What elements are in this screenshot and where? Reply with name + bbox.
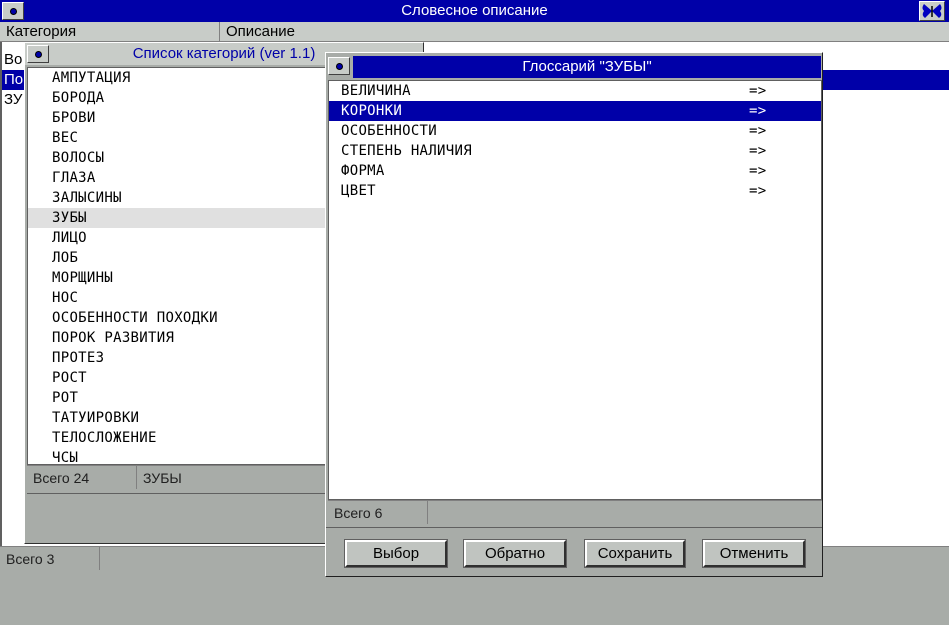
glossary-item-arrow: => (749, 143, 767, 159)
glossary-button-panel: Выбор Обратно Сохранить Отменить (326, 527, 822, 576)
category-item-label: МОРЩИНЫ (52, 270, 114, 286)
category-item-label: ПОРОК РАЗВИТИЯ (52, 330, 175, 346)
main-system-menu-icon[interactable] (2, 2, 24, 20)
category-item-label: БОРОДА (52, 90, 105, 106)
glossary-item-arrow: => (749, 83, 767, 99)
glossary-list[interactable]: ВЕЛИЧИНА => КОРОНКИ => ОСОБЕННОСТИ => СТЕПЕНЬ … (328, 80, 822, 500)
categories-status-total: Всего 24 (27, 466, 137, 489)
category-item-label: ВЕС (52, 130, 79, 146)
category-item-label: АМПУТАЦИЯ (52, 70, 131, 86)
category-item-label: ТЕЛОСЛОЖЕНИЕ (52, 430, 157, 446)
glossary-item[interactable]: ЦВЕТ => (329, 181, 821, 201)
main-title: Словесное описание (401, 2, 548, 19)
glossary-item-arrow: => (749, 123, 767, 139)
category-item-label: ЛИЦО (52, 230, 87, 246)
main-list-header: Категория Описание (0, 22, 949, 42)
glossary-item-label: КОРОНКИ (341, 103, 403, 119)
glossary-status-total: Всего 6 (328, 501, 428, 524)
back-button[interactable]: Обратно (463, 539, 567, 568)
glossary-item-arrow: => (749, 103, 767, 119)
glossary-item-label: ЦВЕТ (341, 183, 376, 199)
category-item-label: НОС (52, 290, 79, 306)
category-item-label: ПРОТЕЗ (52, 350, 105, 366)
category-item-label: ЗАЛЫСИНЫ (52, 190, 122, 206)
category-item-label: ТАТУИРОВКИ (52, 410, 140, 426)
glossary-item[interactable]: ОСОБЕННОСТИ => (329, 121, 821, 141)
categories-system-menu-icon[interactable] (27, 45, 49, 63)
glossary-item[interactable]: ФОРМА => (329, 161, 821, 181)
category-item-label: ЛОБ (52, 250, 79, 266)
category-item-label: ГЛАЗА (52, 170, 96, 186)
main-titlebar: Словесное описание (0, 0, 949, 22)
glossary-item[interactable]: ВЕЛИЧИНА => (329, 81, 821, 101)
cancel-button[interactable]: Отменить (702, 539, 806, 568)
column-header-category[interactable]: Категория (0, 22, 220, 42)
column-header-description[interactable]: Описание (220, 22, 949, 42)
save-button[interactable]: Сохранить (584, 539, 686, 568)
glossary-item-label: ВЕЛИЧИНА (341, 83, 411, 99)
glossary-titlebar: Глоссарий "ЗУБЫ" (353, 56, 821, 78)
glossary-item[interactable]: КОРОНКИ => (329, 101, 821, 121)
category-item-label: БРОВИ (52, 110, 96, 126)
main-status-total: Всего 3 (0, 547, 100, 570)
glossary-item-label: СТЕПЕНЬ НАЛИЧИЯ (341, 143, 472, 159)
category-item-label: РОСТ (52, 370, 87, 386)
category-item-label: РОТ (52, 390, 79, 406)
category-item-label: ЗУБЫ (52, 210, 87, 226)
glossary-system-menu-icon[interactable] (328, 57, 350, 75)
butterfly-icon[interactable] (919, 1, 945, 21)
glossary-window: Глоссарий "ЗУБЫ" ВЕЛИЧИНА => КОРОНКИ => ОСОБ… (325, 52, 823, 577)
glossary-item-arrow: => (749, 183, 767, 199)
select-button[interactable]: Выбор (344, 539, 448, 568)
categories-title: Список категорий (ver 1.1) (132, 45, 316, 62)
category-item-label: ОСОБЕННОСТИ ПОХОДКИ (52, 310, 218, 326)
category-item-label: ЧСЫ (52, 450, 79, 465)
glossary-statusbar: Всего 6 (328, 500, 822, 524)
glossary-title: Глоссарий "ЗУБЫ" (522, 58, 652, 75)
category-item-label: ВОЛОСЫ (52, 150, 105, 166)
glossary-item-arrow: => (749, 163, 767, 179)
glossary-item[interactable]: СТЕПЕНЬ НАЛИЧИЯ => (329, 141, 821, 161)
glossary-item-label: ОСОБЕННОСТИ (341, 123, 438, 139)
glossary-item-label: ФОРМА (341, 163, 385, 179)
